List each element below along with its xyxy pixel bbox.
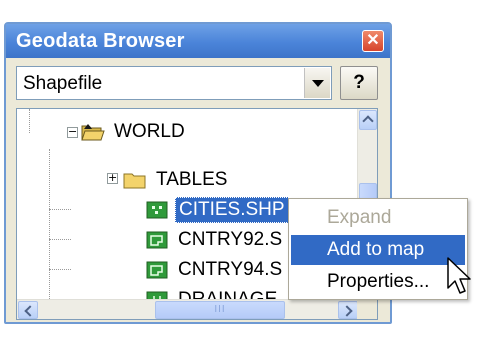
polygon-layer-icon bbox=[145, 230, 169, 250]
tree-item-world[interactable]: WORLD bbox=[81, 117, 188, 147]
horizontal-scrollbar[interactable]: III bbox=[17, 299, 359, 319]
help-button[interactable]: ? bbox=[340, 66, 378, 100]
collapse-toggle[interactable]: − bbox=[67, 126, 78, 138]
tree-guide-line bbox=[29, 109, 30, 133]
window-title: Geodata Browser bbox=[16, 30, 185, 52]
close-button[interactable]: ✕ bbox=[362, 30, 384, 52]
close-icon: ✕ bbox=[366, 32, 380, 49]
tree-guide-line bbox=[49, 149, 50, 299]
tree-item-tables[interactable]: TABLES bbox=[123, 165, 230, 195]
menu-item-add-to-map[interactable]: Add to map bbox=[291, 235, 465, 265]
tree-item-label: CNTRY92.S bbox=[178, 229, 283, 250]
mouse-pointer-icon bbox=[447, 257, 471, 294]
tree-item-label: TABLES bbox=[156, 169, 228, 190]
tree-item-cntry92[interactable]: CNTRY92.S bbox=[145, 225, 285, 255]
polygon-layer-icon bbox=[145, 260, 169, 280]
menu-item-properties[interactable]: Properties... bbox=[291, 267, 465, 297]
tree-item-label: CITIES.SHP bbox=[175, 197, 289, 223]
open-folder-icon bbox=[81, 122, 105, 142]
tree-item-cities[interactable]: CITIES.SHP bbox=[145, 195, 289, 225]
title-bar[interactable]: Geodata Browser ✕ bbox=[6, 24, 390, 58]
menu-item-expand[interactable]: Expand bbox=[291, 203, 465, 233]
tree-guide-line bbox=[49, 269, 71, 270]
tree-item-cntry94[interactable]: CNTRY94.S bbox=[145, 255, 285, 285]
point-layer-icon bbox=[145, 200, 169, 220]
source-type-value: Shapefile bbox=[23, 73, 103, 94]
scroll-left-button[interactable] bbox=[18, 301, 38, 319]
tree-guide-line bbox=[49, 239, 71, 240]
source-type-select[interactable]: Shapefile bbox=[16, 66, 332, 100]
context-menu: Expand Add to map Properties... bbox=[288, 198, 468, 300]
horizontal-scroll-thumb[interactable]: III bbox=[155, 301, 285, 319]
scroll-right-button[interactable] bbox=[338, 301, 358, 319]
expand-toggle[interactable]: + bbox=[107, 172, 118, 184]
chevron-down-icon bbox=[312, 80, 324, 87]
tree-guide-line bbox=[49, 209, 71, 210]
tree-item-label: CNTRY94.S bbox=[178, 259, 283, 280]
scrollbar-corner bbox=[357, 299, 377, 319]
dropdown-button[interactable] bbox=[304, 68, 330, 98]
folder-icon bbox=[123, 170, 147, 190]
scroll-up-button[interactable] bbox=[359, 110, 377, 130]
tree-item-label: WORLD bbox=[114, 121, 185, 142]
